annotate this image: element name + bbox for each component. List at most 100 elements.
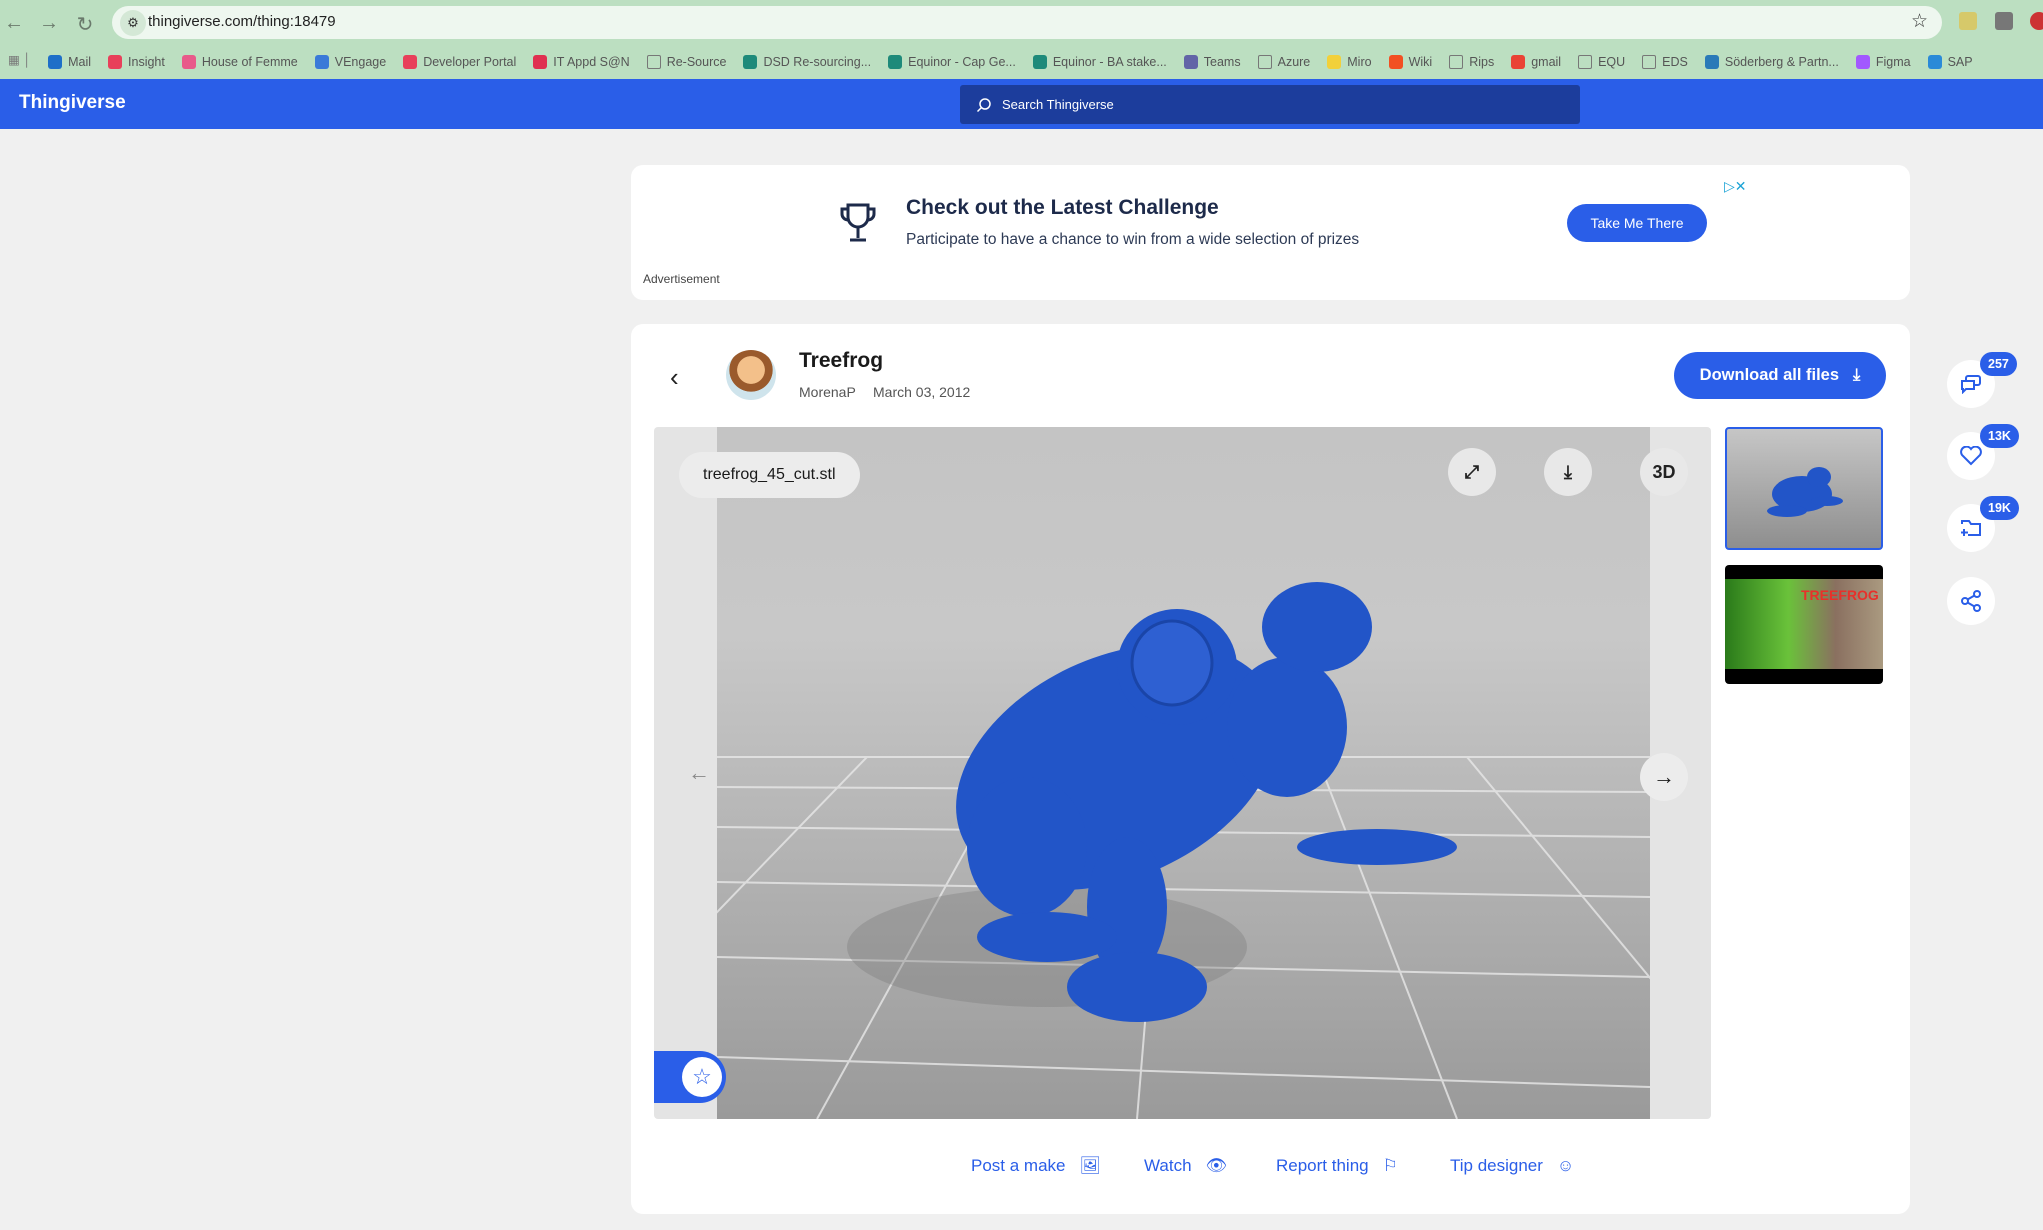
share-icon [1961,590,1981,612]
bookmark-favicon [48,55,63,69]
extension-icon[interactable] [1995,12,2013,30]
thumbnail-caption: TREEFROG [1801,587,1879,603]
bookmark-item[interactable]: EQU [1578,52,1625,72]
eye-icon: 👁︎ [1205,1156,1228,1175]
bookmark-label: Azure [1277,55,1311,69]
ad-choices-close-icon[interactable]: ▷✕ [1724,178,1747,195]
previous-arrow-icon[interactable]: ← [688,760,710,786]
action-label: Report thing [1276,1156,1369,1175]
bookmark-item[interactable]: Insight [108,52,165,72]
expand-icon: ⤢ [1464,461,1480,482]
back-nav-button[interactable]: ← [2,12,26,35]
bookmark-label: IT Appd S@N [553,55,630,69]
download-label: Download all files [1699,366,1840,384]
download-icon: ⤓ [1853,366,1861,384]
bookmark-item[interactable]: Developer Portal [403,52,516,72]
address-bar[interactable]: ⚙ thingiverse.com/thing:18479 ☆ [112,6,1942,39]
bookmark-item[interactable]: Söderberg & Partn... [1704,52,1839,72]
comments-count-badge: 257 [1980,352,2017,376]
bookmark-label: Equinor - BA stake... [1052,55,1167,69]
site-settings-icon[interactable]: ⚙ [120,10,146,36]
logo[interactable]: Thingiverse [19,92,126,114]
bookmark-label: Equinor - Cap Ge... [908,55,1016,69]
bookmark-label: EDS [1662,55,1688,69]
apps-grid-icon[interactable]: ▦ │ [8,52,31,72]
ad-description: Participate to have a chance to win from… [906,231,1360,248]
thumbnail-model[interactable] [1725,427,1883,550]
bookmark-favicon [1183,55,1198,69]
action-label: Watch [1144,1156,1192,1175]
bookmark-item[interactable]: Equinor - Cap Ge... [888,52,1016,72]
bookmark-favicon [1927,55,1942,69]
download-file-button[interactable]: ⤓ [1544,448,1592,496]
bookmark-label: House of Femme [201,55,298,69]
bookmark-label: DSD Re-sourcing... [763,55,872,69]
folder-icon [646,55,661,69]
bookmark-item[interactable]: SAP [1927,52,1973,72]
folder-icon [1642,55,1657,69]
bookmark-favicon [1704,55,1719,69]
bookmark-item[interactable]: EDS [1642,52,1688,72]
bookmark-item[interactable]: House of Femme [181,52,298,72]
bookmark-favicon [1327,55,1342,69]
bookmark-star-icon[interactable]: ☆ [1911,10,1928,33]
bookmark-favicon [314,55,329,69]
bookmark-item[interactable]: VEngage [314,52,387,72]
bookmark-favicon [888,55,903,69]
bookmark-item[interactable]: Mail [48,52,91,72]
author-link[interactable]: MorenaP [799,384,856,400]
bookmark-label: Mail [68,55,92,69]
bookmark-item[interactable]: Teams [1183,52,1241,72]
model-viewer[interactable] [654,427,1711,1119]
next-arrow-button[interactable]: → [1640,753,1688,801]
thumbnail-photo[interactable]: TREEFROG [1725,565,1883,684]
frog-render [717,582,1650,1119]
search-input[interactable]: Search Thingiverse [960,85,1580,124]
report-thing-button[interactable]: Report thing ⚐ [1276,1156,1398,1176]
bookmark-favicon [1511,55,1526,69]
reload-button[interactable]: ↻ [73,12,97,37]
bookmark-item[interactable]: Azure [1257,52,1311,72]
back-chevron-icon[interactable]: ‹ [670,362,679,393]
folder-icon [1578,55,1593,69]
bookmark-label: Re-Source [666,55,727,69]
bookmark-item[interactable]: Re-Source [646,52,727,72]
take-me-there-button[interactable]: Take Me There [1567,204,1707,242]
bookmark-label: Developer Portal [423,55,517,69]
profile-avatar[interactable] [2030,12,2043,30]
bookmark-item[interactable]: Wiki [1388,52,1432,72]
bookmark-item[interactable]: DSD Re-sourcing... [743,52,871,72]
bookmark-item[interactable]: gmail [1511,52,1561,72]
thing-title: Treefrog [799,349,884,372]
bookmark-label: Miro [1347,55,1372,69]
bookmark-item[interactable]: Figma [1855,52,1911,72]
bookmark-item[interactable]: Equinor - BA stake... [1032,52,1167,72]
bookmark-favicon [533,55,548,69]
avatar[interactable] [726,350,776,400]
extension-icon[interactable] [1959,12,1977,30]
share-button[interactable] [1947,577,1995,625]
search-placeholder: Search Thingiverse [1002,97,1114,112]
watch-button[interactable]: Watch 👁︎ [1144,1156,1227,1176]
frog-thumbnail-image [1767,467,1843,517]
favorite-button[interactable]: ☆ [654,1051,726,1103]
bookmark-favicon [108,55,123,69]
bookmark-favicon [1032,55,1047,69]
bookmark-item[interactable]: IT Appd S@N [533,52,630,72]
post-a-make-button[interactable]: Post a make 🖼︎ [971,1156,1101,1176]
view-3d-button[interactable]: 3D [1640,448,1688,496]
bookmark-label: SAP [1947,55,1973,69]
tip-designer-button[interactable]: Tip designer ☺ [1450,1156,1574,1176]
download-all-files-button[interactable]: Download all files ⤓ [1674,352,1886,399]
flag-icon: ⚐ [1382,1156,1398,1175]
bookmark-label: VEngage [334,55,387,69]
fullscreen-button[interactable]: ⤢ [1448,448,1496,496]
bookmark-label: Rips [1469,55,1495,69]
forward-nav-button[interactable]: → [37,12,61,35]
bookmark-label: Figma [1875,55,1911,69]
smiley-icon: ☺ [1556,1156,1575,1175]
bookmark-item[interactable]: Rips [1449,52,1494,72]
star-icon: ☆ [682,1057,722,1097]
bookmark-item[interactable]: Miro [1327,52,1372,72]
bookmark-favicon [1855,55,1870,69]
